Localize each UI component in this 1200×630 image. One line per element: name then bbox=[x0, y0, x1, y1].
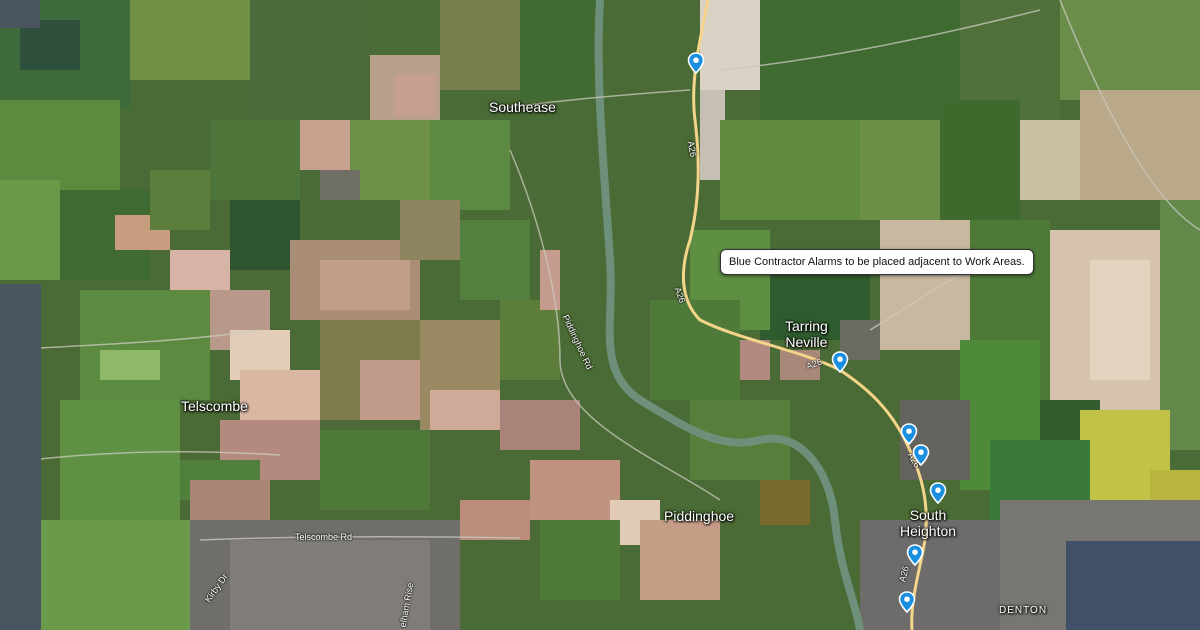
overlay-panel-bottom-right bbox=[1066, 541, 1200, 630]
overlay-panel-left bbox=[0, 284, 41, 630]
satellite-map[interactable] bbox=[0, 0, 1200, 630]
map-marker-icon[interactable] bbox=[912, 444, 930, 466]
map-marker-icon[interactable] bbox=[900, 423, 918, 445]
map-marker-icon[interactable] bbox=[831, 351, 849, 373]
place-label-piddinghoe: Piddinghoe bbox=[664, 508, 735, 524]
place-label-south-heighton: South Heighton bbox=[900, 507, 957, 539]
place-label-denton: DENTON bbox=[999, 605, 1048, 616]
map-marker-icon[interactable] bbox=[906, 544, 924, 566]
road-label-telscombe-rd: Telscombe Rd bbox=[295, 532, 353, 542]
place-label-southease: Southease bbox=[489, 99, 556, 115]
map-marker-icon[interactable] bbox=[898, 591, 916, 613]
map-marker-icon[interactable] bbox=[687, 52, 705, 74]
overlay-panel-top-left bbox=[0, 0, 40, 28]
map-marker-icon[interactable] bbox=[929, 482, 947, 504]
map-annotation-callout: Blue Contractor Alarms to be placed adja… bbox=[720, 249, 1034, 275]
place-label-tarring-neville: Tarring Neville bbox=[785, 318, 828, 350]
place-label-telscombe: Telscombe bbox=[181, 398, 248, 414]
